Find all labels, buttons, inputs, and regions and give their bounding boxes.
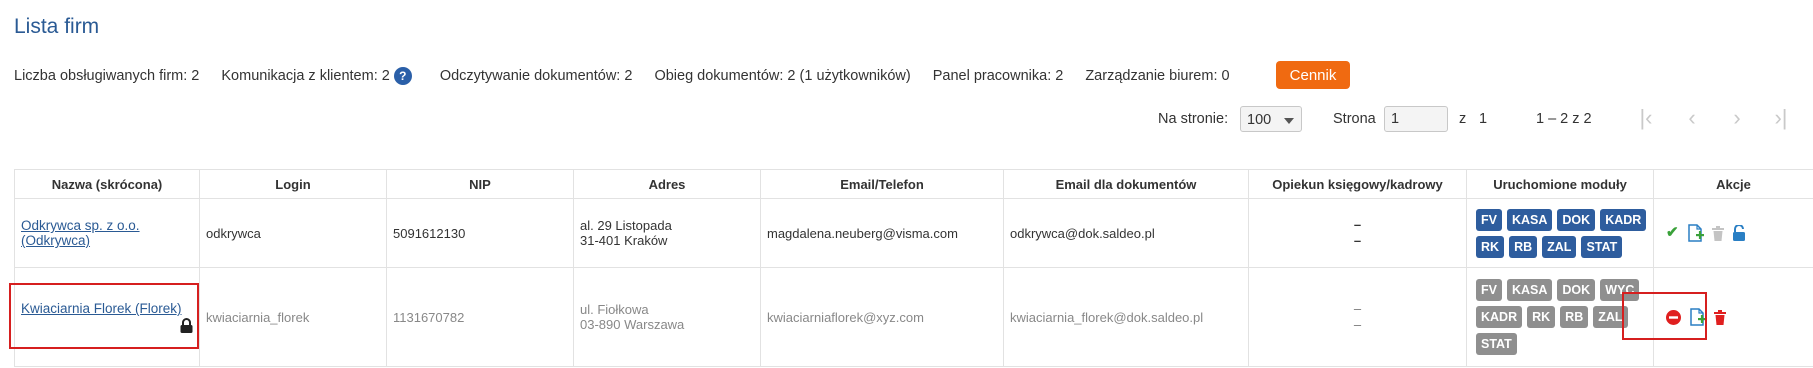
table-row: Kwiaciarnia Florek (Florek) kwiaciarnia_… — [14, 267, 1813, 367]
login-cell: odkrywca — [199, 198, 387, 268]
caretaker-accounting: – — [1353, 217, 1362, 232]
stat-reading: Odczytywanie dokumentów: 2 — [439, 68, 633, 84]
pricing-button[interactable]: Cennik — [1276, 61, 1350, 89]
of-label: z — [1459, 111, 1467, 127]
module-badge: RK — [1527, 306, 1556, 328]
login-cell: kwiaciarnia_florek — [199, 267, 387, 367]
module-badge: STAT — [1476, 333, 1517, 355]
column-header[interactable]: Login — [199, 169, 387, 199]
company-link[interactable]: Odkrywca sp. z o.o. (Odkrywca) — [21, 218, 140, 248]
stat-employee-panel: Panel pracownika: 2 — [932, 68, 1064, 84]
address-line: 03-890 Warszawa — [580, 317, 685, 332]
chevron-down-icon — [1284, 118, 1294, 124]
module-badge: DOK — [1557, 208, 1596, 231]
column-header[interactable]: Email dla dokumentów — [1003, 169, 1249, 199]
modules-cell: FV KASA DOK KADR RK RB ZAL STAT — [1466, 198, 1654, 268]
column-header[interactable]: NIP — [386, 169, 574, 199]
email-cell: magdalena.neuberg@visma.com — [760, 198, 1004, 268]
module-badge: DOK — [1557, 279, 1596, 301]
nip-cell: 1131670782 — [386, 267, 574, 367]
last-page-icon[interactable]: ›| — [1768, 105, 1794, 131]
address-cell: al. 29 Listopada 31-401 Kraków — [573, 198, 761, 268]
module-badge: KADR — [1600, 208, 1647, 231]
module-badge: KADR — [1476, 306, 1523, 328]
address-line: 31-401 Kraków — [580, 233, 668, 248]
caretaker-cell: – – — [1248, 198, 1467, 268]
firms-table: Nazwa (skrócona) Login NIP Adres Email/T… — [14, 169, 1813, 367]
page-label: Strona — [1333, 111, 1376, 127]
page-range: 1 – 2 z 2 — [1536, 111, 1592, 127]
stat-communication: Komunikacja z klientem: 2 ? — [221, 67, 412, 85]
page-input[interactable] — [1384, 106, 1448, 132]
caretaker-accounting: – — [1353, 301, 1362, 316]
module-badge: FV — [1476, 208, 1502, 231]
total-pages: 1 — [1479, 111, 1488, 127]
highlight-actions — [1622, 292, 1707, 340]
address-cell: ul. Fiołkowa 03-890 Warszawa — [573, 267, 761, 367]
caretaker-hr: – — [1353, 317, 1362, 332]
stat-office: Zarządzanie biurem: 0 — [1085, 68, 1230, 84]
doc-email-cell: odkrywca@dok.saldeo.pl — [1003, 198, 1249, 268]
module-badge: RB — [1560, 306, 1589, 328]
trash-icon[interactable] — [1714, 309, 1726, 325]
table-row: Odkrywca sp. z o.o. (Odkrywca) odkrywca … — [14, 198, 1813, 268]
doc-email-cell: kwiaciarnia_florek@dok.saldeo.pl — [1003, 267, 1249, 367]
next-page-icon[interactable]: › — [1724, 105, 1750, 131]
highlight-company-name — [9, 283, 199, 349]
trash-icon[interactable] — [1711, 225, 1724, 241]
name-cell: Odkrywca sp. z o.o. (Odkrywca) — [14, 198, 200, 268]
caretaker-cell: – – — [1248, 267, 1467, 367]
add-document-icon[interactable] — [1687, 224, 1704, 242]
table-header-row: Nazwa (skrócona) Login NIP Adres Email/T… — [14, 169, 1813, 199]
page-title: Lista firm — [14, 15, 100, 38]
unlock-icon[interactable] — [1732, 225, 1746, 241]
caretaker-hr: – — [1353, 233, 1362, 248]
per-page-value: 100 — [1247, 112, 1272, 128]
actions-cell: ✔ — [1653, 198, 1813, 268]
module-badge: KASA — [1506, 279, 1553, 301]
column-header[interactable]: Nazwa (skrócona) — [14, 169, 200, 199]
module-badge: KASA — [1506, 208, 1553, 231]
module-badge: FV — [1476, 279, 1502, 301]
prev-page-icon[interactable]: ‹ — [1679, 105, 1705, 131]
module-badge: RB — [1509, 235, 1538, 258]
column-header: Akcje — [1653, 169, 1813, 199]
address-line: al. 29 Listopada — [580, 218, 672, 233]
stat-firms: Liczba obsługiwanych firm: 2 — [14, 68, 200, 84]
first-page-icon[interactable]: |‹ — [1633, 105, 1659, 131]
module-badge: STAT — [1581, 235, 1623, 258]
email-cell: kwiaciarniaflorek@xyz.com — [760, 267, 1004, 367]
per-page-label: Na stronie: — [1158, 111, 1229, 127]
address-line: ul. Fiołkowa — [580, 302, 649, 317]
module-badge: RK — [1476, 235, 1505, 258]
stat-communication-label: Komunikacja z klientem: 2 — [221, 68, 390, 84]
help-icon[interactable]: ? — [393, 67, 412, 85]
column-header[interactable]: Email/Telefon — [760, 169, 1004, 199]
module-badge: ZAL — [1542, 235, 1577, 258]
nip-cell: 5091612130 — [386, 198, 574, 268]
column-header[interactable]: Opiekun księgowy/kadrowy — [1248, 169, 1467, 199]
stat-circulation: Obieg dokumentów: 2 (1 użytkowników) — [654, 68, 911, 84]
stats-bar: Liczba obsługiwanych firm: 2 Komunikacja… — [14, 65, 1252, 87]
column-header: Uruchomione moduły — [1466, 169, 1654, 199]
per-page-select[interactable]: 100 — [1240, 106, 1302, 132]
column-header[interactable]: Adres — [573, 169, 761, 199]
check-icon[interactable]: ✔ — [1666, 225, 1679, 241]
